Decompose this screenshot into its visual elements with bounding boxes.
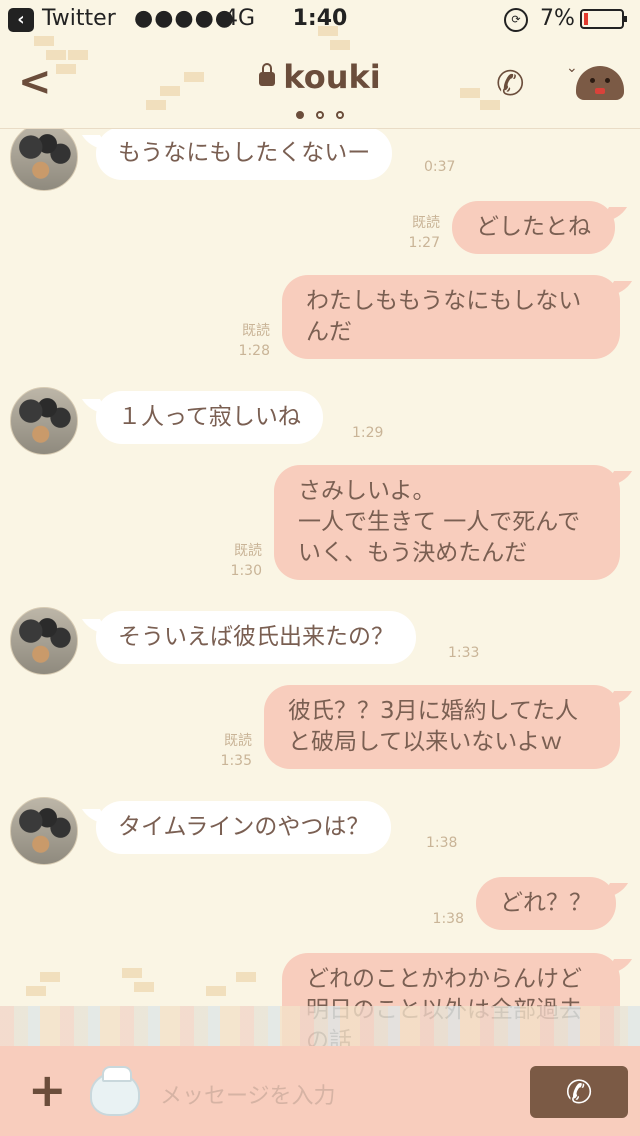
brick-decoration — [134, 982, 154, 992]
chevron-down-icon[interactable]: ⌄ — [566, 60, 578, 76]
read-receipt: 既読 — [242, 323, 270, 339]
rotation-lock-icon: ⟳ — [504, 8, 528, 32]
message-time: 1:30 — [230, 563, 262, 579]
message-time: 1:38 — [432, 911, 464, 927]
avatar[interactable] — [10, 607, 78, 675]
brick-decoration — [26, 986, 46, 996]
read-receipt: 既読 — [224, 733, 252, 749]
decorative-band — [0, 1006, 640, 1046]
outgoing-message[interactable]: さみしいよ。 一人で生きて 一人で死んで いく、もう決めたんだ — [274, 465, 620, 580]
avatar[interactable] — [10, 387, 78, 455]
message-time: 0:37 — [424, 159, 456, 175]
outgoing-message[interactable]: わたしももうなにもしない んだ — [282, 275, 620, 359]
message-time: 1:29 — [352, 425, 384, 441]
brick-decoration — [206, 986, 226, 996]
chat-log[interactable]: もうなにもしたくないー 0:37 既読 1:27 どしたとね 既読 1:28 わ… — [0, 129, 640, 1046]
page-indicator — [0, 104, 640, 123]
sticker-icon[interactable] — [90, 1066, 140, 1116]
message-time: 1:35 — [220, 753, 252, 769]
brick-decoration — [236, 972, 256, 982]
message-time: 1:33 — [448, 645, 480, 661]
read-receipt: 既読 — [412, 215, 440, 231]
plus-icon[interactable]: + — [28, 1066, 67, 1114]
chat-title[interactable]: kouki — [0, 58, 640, 96]
page-dot — [296, 111, 304, 119]
page-dot — [316, 111, 324, 119]
message-time: 1:28 — [238, 343, 270, 359]
read-receipt: 既読 — [234, 543, 262, 559]
incoming-message[interactable]: １人って寂しいね — [96, 391, 323, 444]
phone-icon[interactable]: ✆ — [496, 64, 525, 104]
incoming-message[interactable]: もうなにもしたくないー — [96, 129, 393, 180]
page-dot — [336, 111, 344, 119]
call-button[interactable]: ✆ — [530, 1066, 628, 1118]
chat-header: < kouki ✆ ⌄ — [0, 40, 640, 129]
incoming-message[interactable]: そういえば彼氏出来たの？ — [96, 611, 416, 664]
outgoing-message[interactable]: 彼氏？？3月に婚約してた人 と破局して以来いないよｗ — [264, 685, 620, 769]
avatar[interactable] — [10, 797, 78, 865]
brick-decoration — [318, 26, 338, 36]
message-time: 1:27 — [408, 235, 440, 251]
incoming-message[interactable]: タイムラインのやつは？ — [96, 801, 392, 854]
chat-title-text: kouki — [283, 58, 381, 96]
brick-decoration — [40, 972, 60, 982]
outgoing-message[interactable]: どしたとね — [452, 201, 615, 254]
phone-icon: ✆ — [565, 1073, 593, 1111]
message-input-bar: + メッセージを入力 ✆ — [0, 1046, 640, 1136]
battery-icon — [580, 9, 627, 29]
outgoing-message[interactable]: どれ？？ — [476, 877, 616, 930]
message-input[interactable]: メッセージを入力 — [160, 1078, 336, 1110]
lock-icon — [259, 63, 276, 86]
battery-percent: 7% — [540, 6, 575, 31]
message-time: 1:38 — [426, 835, 458, 851]
brick-decoration — [122, 968, 142, 978]
avatar[interactable] — [10, 129, 78, 191]
